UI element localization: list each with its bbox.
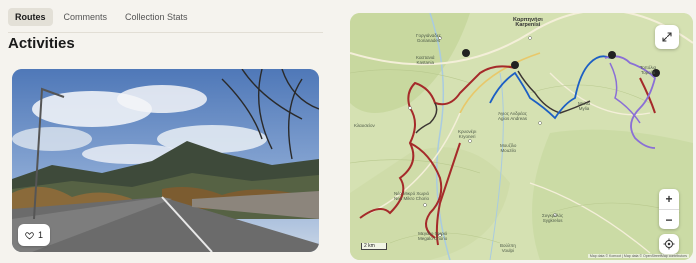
map-label-mouzilo: Μουζίλο Mouzilo xyxy=(500,143,517,153)
map-label-voulpi: Βούλπη Voulpi xyxy=(500,243,516,253)
locate-button[interactable] xyxy=(659,234,679,254)
map-label-klauseion: Κλαυσείον xyxy=(354,123,375,128)
map-scale: 2 km xyxy=(361,243,387,250)
map-label-gorianades: Γοργιάναδες Gorianades xyxy=(416,33,441,43)
map-label-mylia: Μυλιά Mylia xyxy=(578,101,591,111)
map-attribution[interactable]: Map data © Komoot | Map data © OpenStree… xyxy=(587,254,689,258)
zoom-in-button[interactable]: + xyxy=(659,189,679,209)
tab-bar: Routes Comments Collection Stats xyxy=(8,8,195,26)
tab-collection-stats[interactable]: Collection Stats xyxy=(118,8,195,26)
map-canvas xyxy=(350,13,693,260)
map-label-megalo-chorio: Μεγάλο Χωριό Megalo Chorio xyxy=(418,231,448,241)
zoom-out-button[interactable]: − xyxy=(659,209,679,229)
heart-icon xyxy=(25,231,34,239)
page: Routes Comments Collection Stats Activit… xyxy=(0,0,696,263)
activity-photo[interactable] xyxy=(12,69,319,252)
tab-divider xyxy=(8,32,323,33)
expand-icon xyxy=(662,32,672,42)
photo-image xyxy=(12,69,319,252)
map-label-karpenisi: Καρπηνήσι Karpenisi xyxy=(513,17,543,28)
route-map[interactable]: Καρπηνήσι Karpenisi Γοργιάναδες Gorianades… xyxy=(350,13,693,260)
zoom-controls: + − xyxy=(659,189,679,229)
map-label-kastania: Καστανιά Kastania xyxy=(416,55,435,65)
map-label-agios-andreas: Άγιος Ανδρέας Agios Andreas xyxy=(498,111,528,121)
tab-routes[interactable]: Routes xyxy=(8,8,53,26)
map-label-neo-mikro-chorio: Νέο Μικρό Χωριό Neo Mikro Chorio xyxy=(394,191,430,201)
tab-comments[interactable]: Comments xyxy=(57,8,115,26)
map-label-sygkrelos: Συγκρελός Sygkrelos xyxy=(542,213,564,223)
map-label-topolia: Τοπόλια Topolia xyxy=(640,65,657,75)
expand-map-button[interactable] xyxy=(655,25,679,49)
like-count: 1 xyxy=(38,230,44,240)
map-label-kryoneri: Κρυονέρι Kryoneri xyxy=(458,129,477,139)
like-button[interactable]: 1 xyxy=(18,224,51,246)
locate-icon xyxy=(663,238,675,250)
page-title: Activities xyxy=(8,35,75,52)
